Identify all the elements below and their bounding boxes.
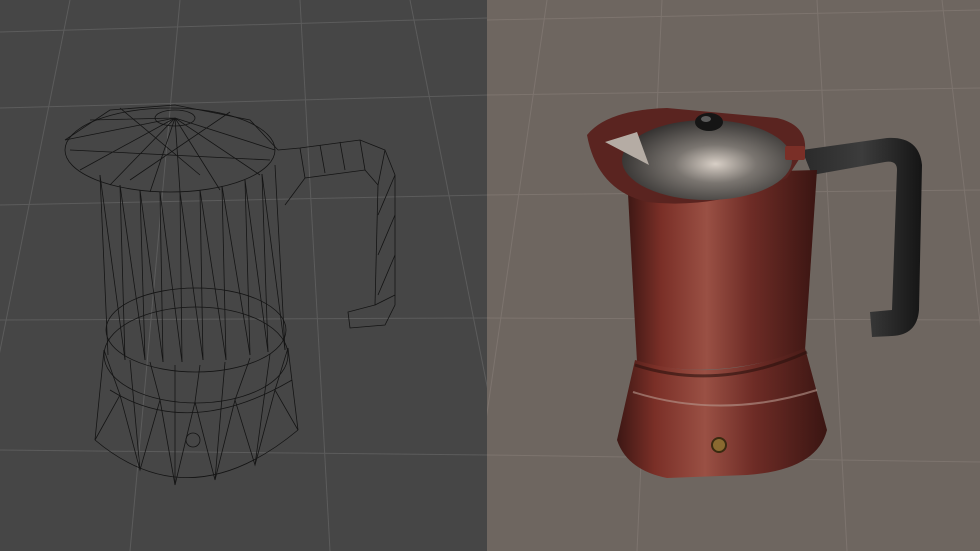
shaded-scene bbox=[487, 0, 980, 551]
wireframe-scene bbox=[0, 0, 487, 551]
pot-valve bbox=[711, 437, 727, 453]
viewport-comparison bbox=[0, 0, 980, 551]
shaded-viewport[interactable] bbox=[487, 0, 980, 551]
pot-lid bbox=[622, 120, 792, 200]
pot-knob bbox=[695, 113, 723, 131]
pot-hinge bbox=[785, 146, 805, 160]
wireframe-viewport[interactable] bbox=[0, 0, 487, 551]
